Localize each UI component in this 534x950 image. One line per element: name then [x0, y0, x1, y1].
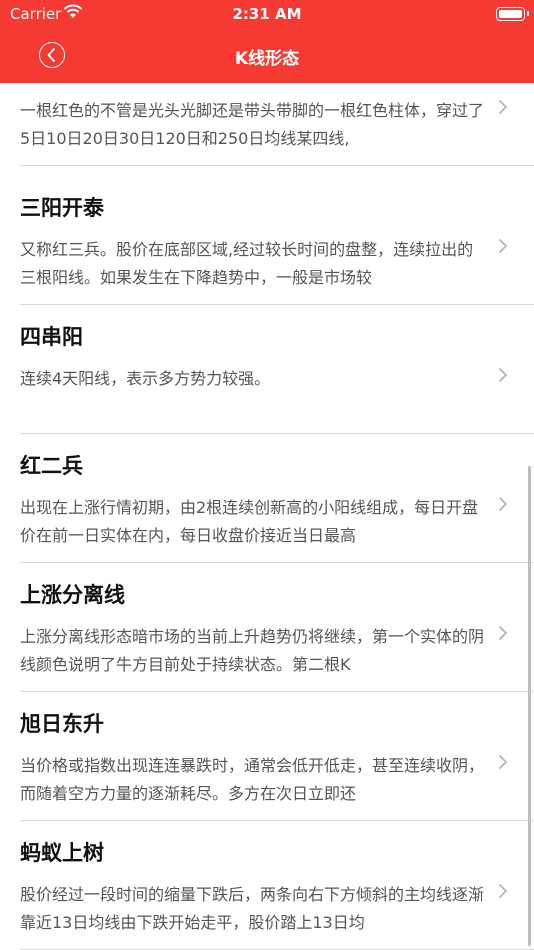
item-title: 红二兵 — [20, 454, 83, 478]
item-description: 连续4天阳线，表示多方势力较强。 — [20, 369, 271, 388]
item-title: 蚂蚁上树 — [20, 841, 104, 865]
item-description: 又称红三兵。股价在底部区域,经过较长时间的盘整，连续拉出的三根阳线。如果发生在下… — [20, 240, 474, 287]
list-item[interactable]: 一根红色的不管是光头光脚还是带头带脚的一根红色柱体，穿过了5日10日20日30日… — [0, 83, 534, 166]
scrollbar[interactable] — [528, 466, 531, 946]
chevron-right-icon — [499, 884, 508, 898]
item-title: 旭日东升 — [20, 712, 104, 736]
list-item[interactable]: 旭日东升 当价格或指数出现连连暴跌时，通常会低开低走，甚至连续收阴，而随着空方力… — [0, 692, 534, 821]
list-item[interactable]: 四串阳 连续4天阳线，表示多方势力较强。 — [0, 305, 534, 434]
battery-icon — [496, 7, 529, 21]
header-bar: Carrier 2:31 AM K线形态 — [0, 0, 534, 83]
pattern-list: 一根红色的不管是光头光脚还是带头带脚的一根红色柱体，穿过了5日10日20日30日… — [0, 83, 534, 950]
list-item[interactable]: 上涨分离线 上涨分离线形态暗市场的当前上升趋势仍将继续，第一个实体的阴线颜色说明… — [0, 563, 534, 692]
item-title: 上涨分离线 — [20, 583, 125, 607]
list-item[interactable]: 红二兵 出现在上涨行情初期，由2根连续创新高的小阳线组成，每日开盘价在前一日实体… — [0, 434, 534, 563]
item-title: 四串阳 — [20, 325, 83, 349]
item-title: 三阳开泰 — [20, 196, 104, 220]
clock: 2:31 AM — [232, 5, 302, 23]
navigation-bar: K线形态 — [0, 30, 534, 83]
chevron-right-icon — [499, 100, 508, 114]
page-title: K线形态 — [234, 49, 300, 69]
item-description: 一根红色的不管是光头光脚还是带头带脚的一根红色柱体，穿过了5日10日20日30日… — [20, 101, 485, 148]
chevron-right-icon — [499, 239, 508, 253]
chevron-right-icon — [499, 755, 508, 769]
item-description: 上涨分离线形态暗市场的当前上升趋势仍将继续，第一个实体的阴线颜色说明了牛方目前处… — [20, 627, 485, 674]
chevron-right-icon — [499, 626, 508, 640]
status-bar: Carrier 2:31 AM — [0, 0, 534, 30]
list-item[interactable]: 蚂蚁上树 股价经过一段时间的缩量下跌后，两条向右下方倾斜的主均线逐渐靠近13日均… — [0, 821, 534, 950]
chevron-right-icon — [499, 497, 508, 511]
chevron-right-icon — [499, 368, 508, 382]
item-description: 股价经过一段时间的缩量下跌后，两条向右下方倾斜的主均线逐渐靠近13日均线由下跌开… — [20, 885, 485, 932]
list-item[interactable]: 三阳开泰 又称红三兵。股价在底部区域,经过较长时间的盘整，连续拉出的三根阳线。如… — [0, 176, 534, 305]
divider — [20, 165, 534, 166]
item-description: 当价格或指数出现连连暴跌时，通常会低开低走，甚至连续收阴，而随着空方力量的逐渐耗… — [20, 756, 485, 803]
item-description: 出现在上涨行情初期，由2根连续创新高的小阳线组成，每日开盘价在前一日实体在内，每… — [20, 498, 479, 545]
